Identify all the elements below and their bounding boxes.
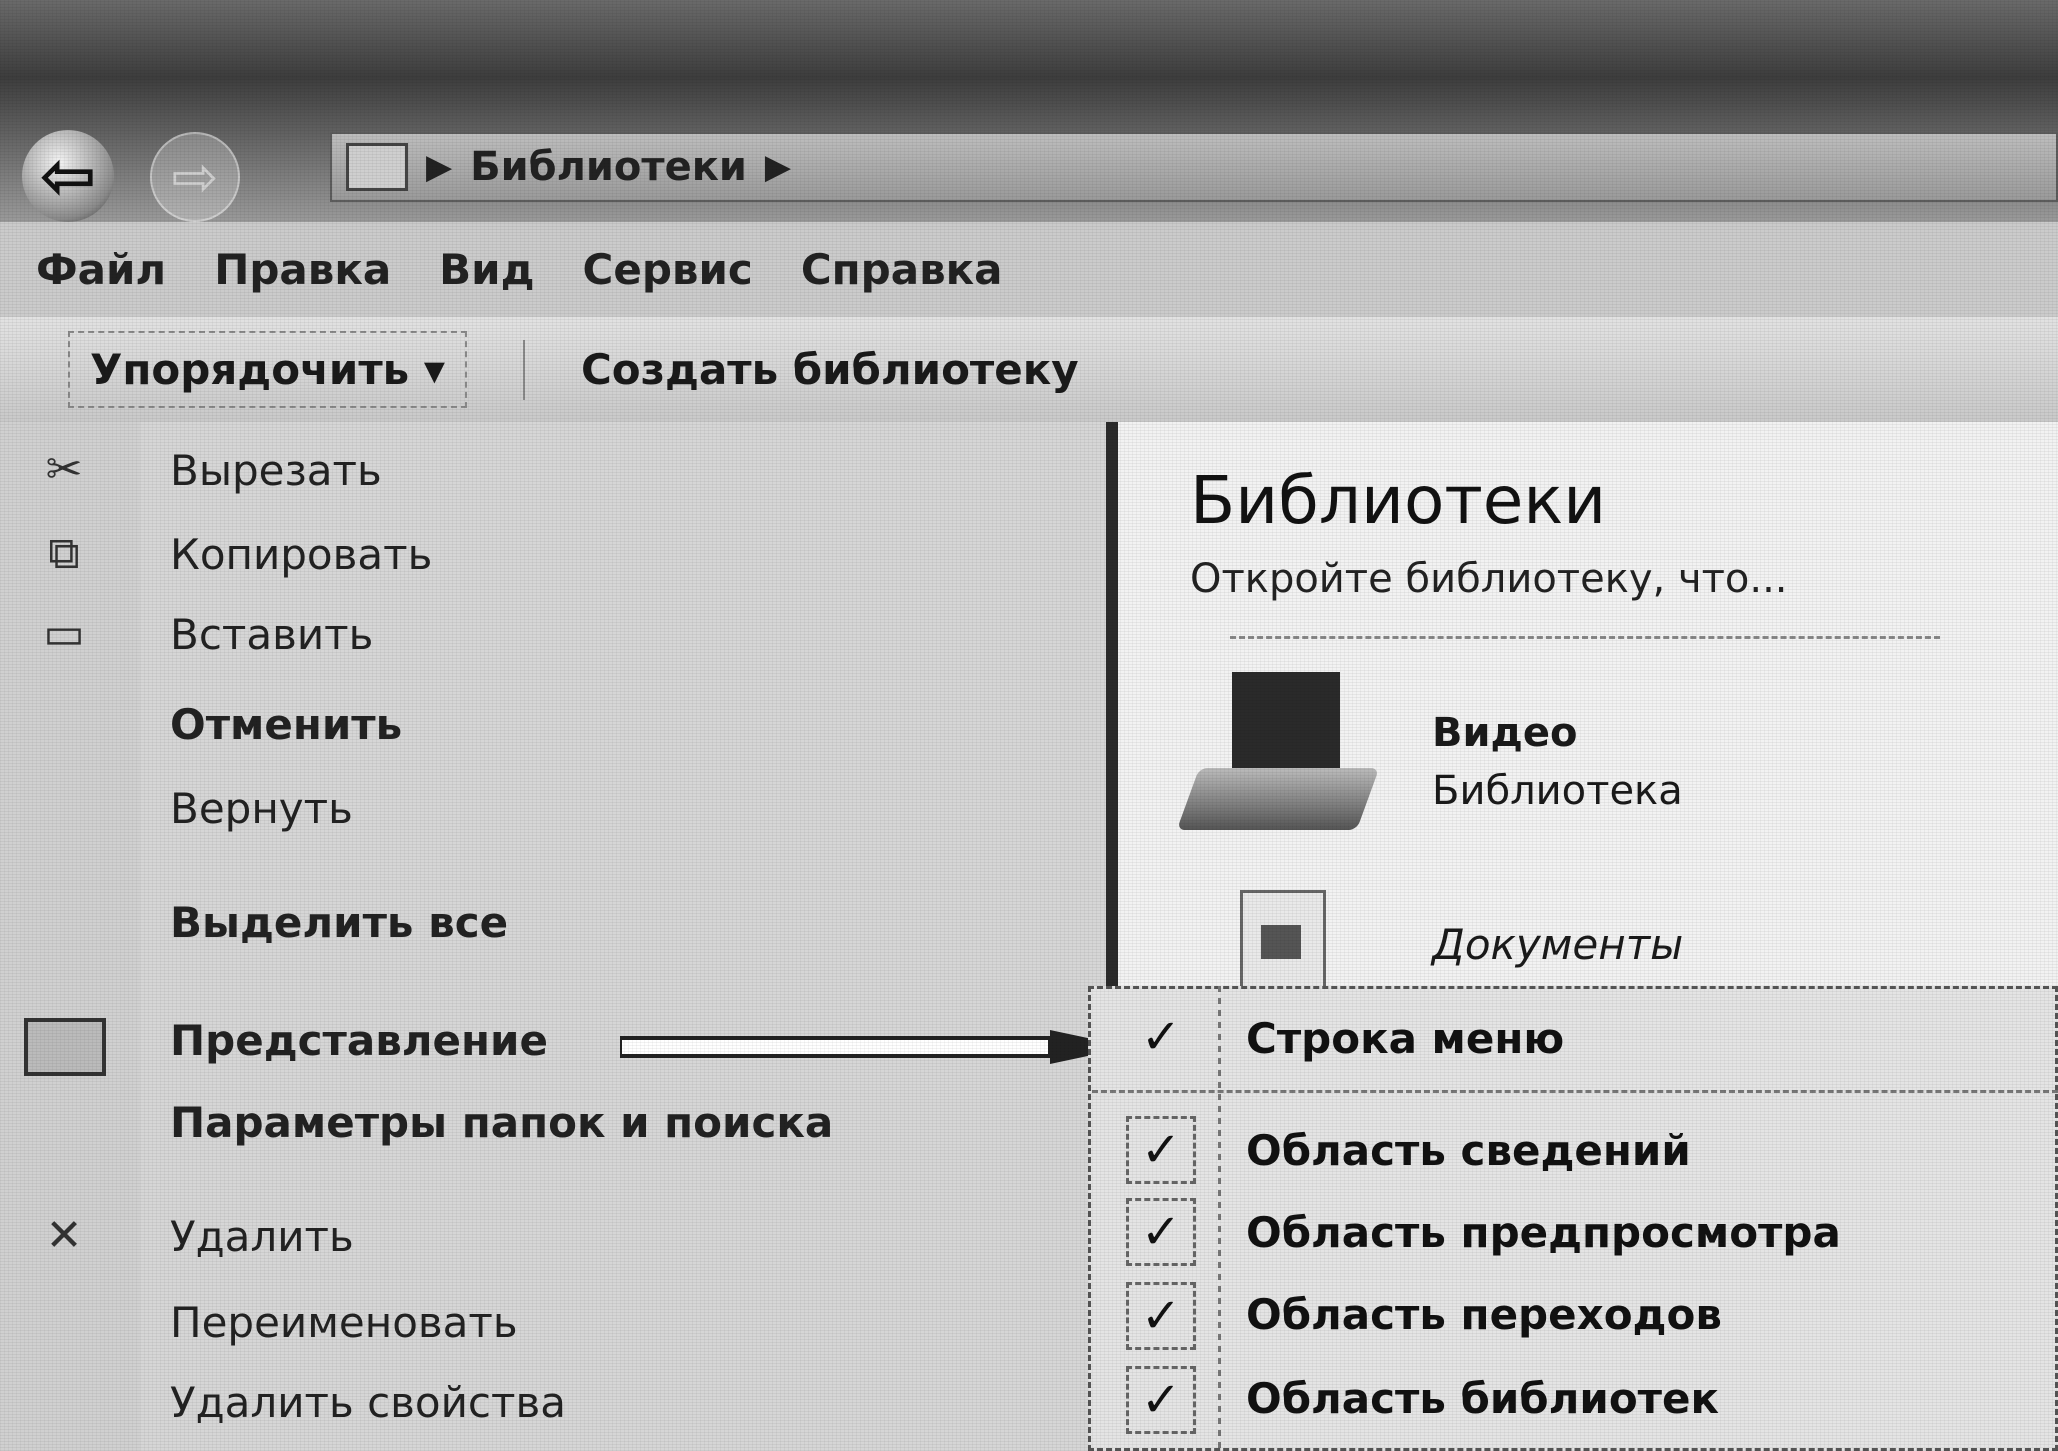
libraries-folder-icon xyxy=(346,143,408,191)
submenu-item-library-pane[interactable]: Область библиотек xyxy=(1246,1374,1719,1423)
page-subtitle: Откройте библиотеку, что... xyxy=(1190,556,1788,602)
menu-item-select-all[interactable]: Выделить все xyxy=(170,898,508,947)
submenu-item-details-pane[interactable]: Область сведений xyxy=(1246,1126,1691,1175)
menu-item-copy[interactable]: Копировать xyxy=(170,530,432,579)
menu-item-cut[interactable]: Вырезать xyxy=(170,446,382,495)
back-arrow-icon: ⇦ xyxy=(39,136,97,216)
toolbar-divider xyxy=(522,339,525,400)
menu-tools[interactable]: Сервис xyxy=(583,245,753,294)
menu-item-remove-properties[interactable]: Удалить свойства xyxy=(170,1378,566,1427)
menu-item-folder-options[interactable]: Параметры папок и поиска xyxy=(170,1098,833,1147)
submenu-divider xyxy=(1092,1090,2058,1093)
menu-item-delete[interactable]: Удалить xyxy=(170,1212,354,1261)
page-title: Библиотеки xyxy=(1190,462,1607,539)
breadcrumb-separator[interactable]: ▶ xyxy=(765,147,791,187)
create-library-button[interactable]: Создать библиотеку xyxy=(581,345,1079,394)
menu-help[interactable]: Справка xyxy=(801,245,1003,294)
menu-item-layout[interactable]: Представление xyxy=(170,1016,548,1065)
pointer-arrow-icon xyxy=(620,1030,1130,1064)
check-icon: ✓ xyxy=(1126,1198,1196,1266)
documents-library-icon[interactable] xyxy=(1240,890,1326,992)
layout-icon xyxy=(24,1018,106,1076)
check-icon: ✓ xyxy=(1126,1282,1196,1350)
breadcrumb-libraries[interactable]: Библиотеки xyxy=(470,144,747,190)
forward-arrow-icon: ⇨ xyxy=(171,144,219,210)
address-bar[interactable]: ▶ Библиотеки ▶ xyxy=(330,132,2058,202)
scissors-icon: ✂ xyxy=(45,444,83,495)
submenu-item-navigation-pane[interactable]: Область переходов xyxy=(1246,1290,1722,1339)
submenu-item-menu-bar[interactable]: Строка меню xyxy=(1246,1014,1564,1063)
video-library-icon[interactable] xyxy=(1176,672,1380,840)
menu-item-undo[interactable]: Отменить xyxy=(170,700,402,749)
command-toolbar: Упорядочить ▾ Создать библиотеку xyxy=(0,317,2058,422)
organize-menu xyxy=(0,422,1118,1451)
forward-button[interactable]: ⇨ xyxy=(150,132,240,222)
menu-bar: Файл Правка Вид Сервис Справка xyxy=(0,222,2058,317)
breadcrumb-separator: ▶ xyxy=(426,147,453,187)
organize-button[interactable]: Упорядочить ▾ xyxy=(68,331,467,408)
menu-item-rename[interactable]: Переименовать xyxy=(170,1298,518,1347)
paste-icon: ▭ xyxy=(43,608,85,659)
delete-icon: ✕ xyxy=(45,1210,83,1261)
library-item-video-type: Библиотека xyxy=(1432,768,1683,814)
check-icon: ✓ xyxy=(1140,1009,1182,1065)
check-icon: ✓ xyxy=(1126,1116,1196,1184)
divider xyxy=(1230,636,1940,639)
menu-view[interactable]: Вид xyxy=(439,245,534,294)
menu-item-redo[interactable]: Вернуть xyxy=(170,784,353,833)
menu-item-paste[interactable]: Вставить xyxy=(170,610,373,659)
submenu-item-preview-pane[interactable]: Область предпросмотра xyxy=(1246,1208,1841,1257)
copy-icon: ⧉ xyxy=(48,528,80,579)
menu-edit[interactable]: Правка xyxy=(214,245,391,294)
library-item-video-name[interactable]: Видео xyxy=(1432,710,1577,756)
menu-file[interactable]: Файл xyxy=(36,245,166,294)
library-item-documents-name[interactable]: Документы xyxy=(1432,920,1683,969)
submenu-gutter xyxy=(1218,986,1221,1451)
back-button[interactable]: ⇦ xyxy=(22,130,114,222)
check-icon: ✓ xyxy=(1126,1366,1196,1434)
